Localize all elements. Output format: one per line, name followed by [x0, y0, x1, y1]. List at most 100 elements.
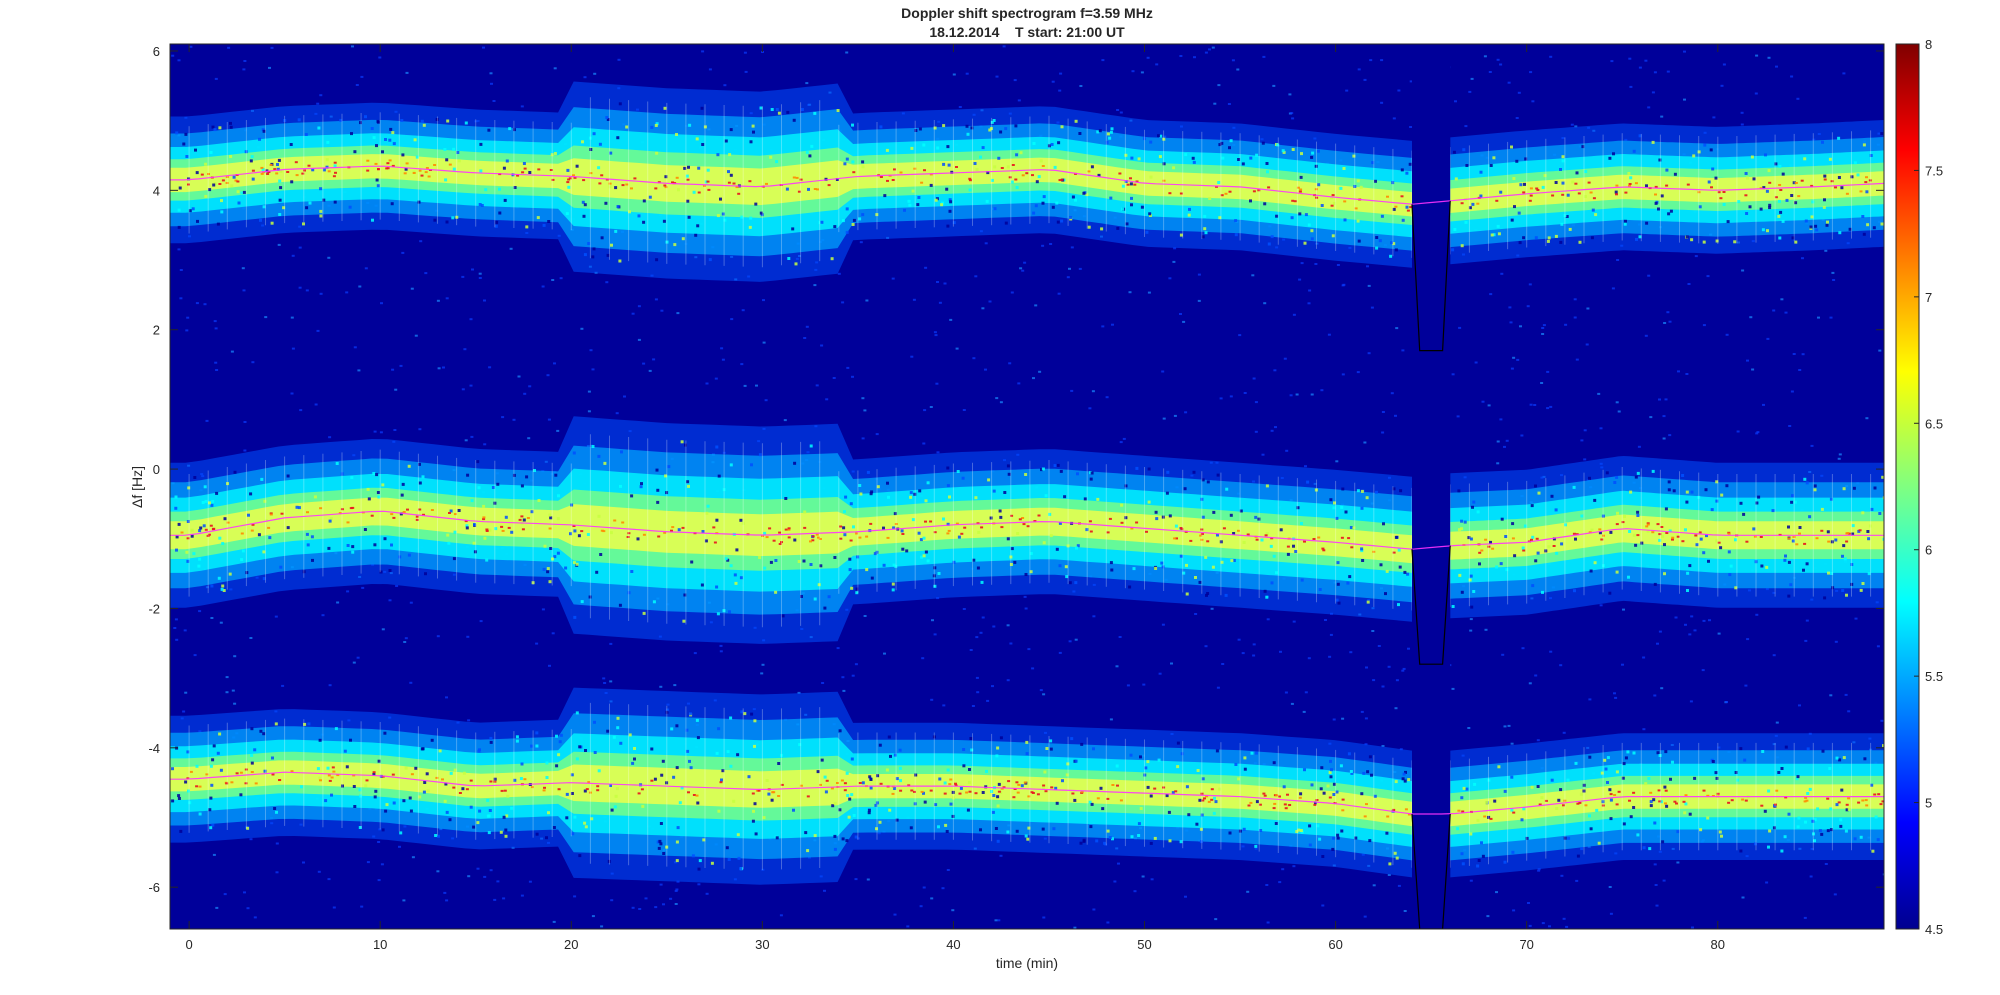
band-speck: [482, 504, 486, 508]
band-speck: [240, 558, 244, 562]
band-peak: [1275, 794, 1279, 797]
band-speck: [1714, 176, 1718, 180]
band-speck: [833, 847, 837, 851]
band-speck: [1272, 761, 1276, 765]
noise-speck: [1314, 263, 1318, 265]
band-speck: [209, 151, 213, 154]
band-speck: [1279, 528, 1283, 532]
band-speck: [1493, 799, 1497, 803]
band-speck: [583, 821, 587, 825]
noise-speck: [1158, 672, 1162, 675]
band-speck: [1574, 761, 1578, 765]
band-peak: [1400, 195, 1404, 198]
band-speck: [948, 209, 952, 213]
noise-speck: [1762, 403, 1765, 406]
noise-speck: [1580, 439, 1584, 442]
noise-speck: [395, 585, 399, 587]
noise-speck: [1562, 731, 1566, 734]
noise-speck: [1564, 323, 1568, 326]
noise-speck: [1507, 724, 1511, 727]
band-speck: [1555, 807, 1559, 810]
band-speck: [806, 849, 810, 853]
noise-speck: [1736, 430, 1740, 433]
noise-speck: [1307, 302, 1311, 305]
noise-speck: [958, 106, 962, 108]
noise-speck: [1193, 56, 1196, 59]
band-speck: [476, 821, 480, 825]
band-peak: [469, 779, 473, 782]
band-speck: [1590, 528, 1594, 532]
band-speck: [1513, 205, 1516, 209]
band-peak: [1483, 815, 1487, 818]
band-speck: [209, 764, 213, 768]
noise-speck: [1549, 405, 1553, 408]
band-speck: [1056, 220, 1060, 224]
band-speck: [1261, 141, 1265, 145]
band-speck: [1203, 214, 1207, 218]
band-peak: [1592, 197, 1596, 200]
band-speck: [198, 812, 202, 816]
noise-speck: [182, 710, 186, 713]
band-speck: [1595, 808, 1599, 812]
band-speck: [375, 178, 379, 182]
band-peak: [1615, 193, 1618, 196]
band-speck: [177, 794, 181, 798]
band-speck: [1340, 829, 1344, 833]
band-speck: [404, 766, 408, 770]
noise-speck: [1676, 861, 1680, 864]
band-peak: [1628, 183, 1632, 185]
noise-speck: [1210, 607, 1214, 610]
noise-speck: [1179, 55, 1183, 57]
band-speck: [706, 504, 710, 508]
band-speck: [1862, 143, 1866, 147]
band-speck: [846, 794, 850, 797]
band-speck: [660, 773, 664, 777]
band-speck: [655, 151, 659, 155]
noise-speck: [929, 406, 933, 408]
band-peak: [1834, 186, 1837, 189]
noise-speck: [1101, 59, 1105, 62]
band-peak: [189, 770, 193, 773]
band-peak: [548, 527, 552, 530]
band-speck: [488, 809, 492, 812]
noise-speck: [988, 300, 992, 303]
noise-speck: [946, 869, 950, 871]
noise-speck: [1128, 291, 1132, 294]
band-speck: [1513, 554, 1517, 558]
noise-speck: [1526, 305, 1530, 308]
band-peak: [1491, 547, 1495, 550]
band-peak: [1343, 200, 1347, 203]
band-speck: [657, 846, 661, 850]
band-speck: [1403, 570, 1407, 574]
band-speck: [642, 220, 646, 224]
noise-speck: [1008, 362, 1012, 365]
band-speck: [1511, 850, 1515, 854]
noise-speck: [1481, 400, 1485, 403]
band-speck: [469, 805, 473, 809]
band-speck: [641, 804, 645, 808]
band-speck: [1255, 153, 1259, 157]
band-peak: [1025, 172, 1029, 175]
noise-speck: [1684, 623, 1687, 626]
band-speck: [1515, 159, 1519, 163]
band-speck: [1684, 802, 1688, 806]
band-speck: [201, 501, 205, 504]
noise-speck: [1335, 460, 1339, 463]
band-peak: [675, 176, 679, 179]
band-speck: [898, 748, 902, 752]
band-speck: [1861, 582, 1865, 585]
band-peak: [441, 778, 444, 781]
band-speck: [212, 183, 216, 187]
band-speck: [675, 859, 679, 863]
band-speck: [485, 558, 489, 562]
noise-speck: [1252, 654, 1256, 657]
band-speck: [1777, 199, 1781, 203]
band-peak: [697, 191, 701, 194]
band-speck: [1310, 237, 1314, 241]
band-speck: [688, 759, 691, 763]
band-speck: [348, 205, 352, 209]
noise-speck: [490, 82, 493, 85]
band-speck: [640, 482, 643, 486]
band-speck: [1006, 830, 1010, 834]
band-speck: [1061, 779, 1064, 783]
